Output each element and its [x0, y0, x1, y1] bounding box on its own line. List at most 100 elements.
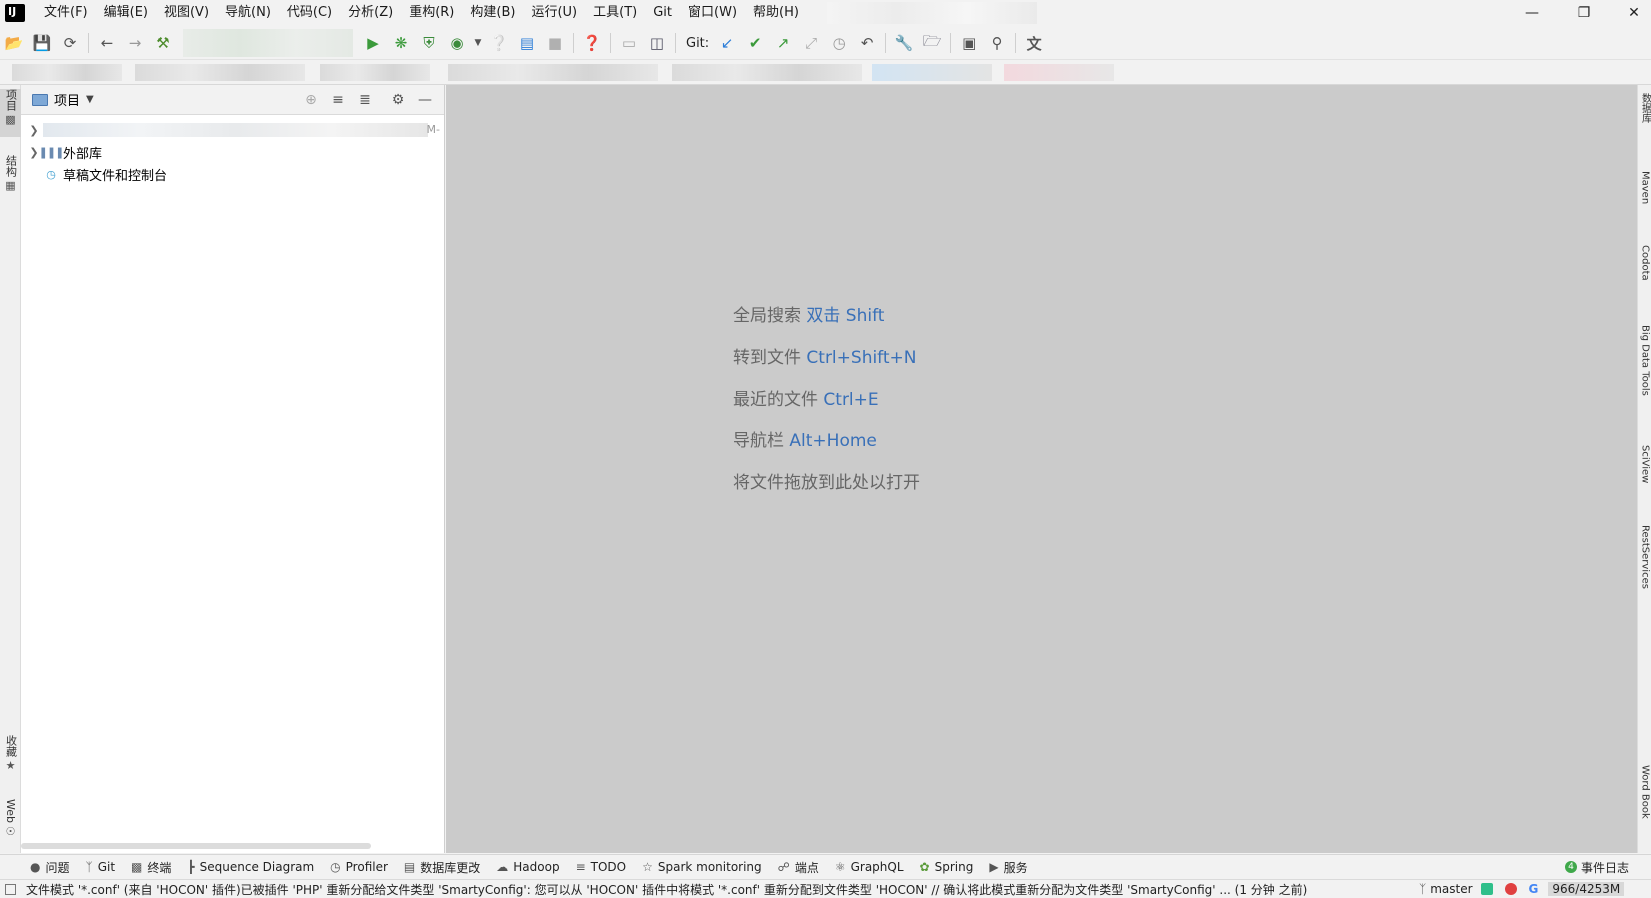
forward-icon[interactable]: →: [121, 30, 149, 56]
collapse-all-icon[interactable]: ≣: [355, 90, 375, 110]
run-configuration-redacted[interactable]: [183, 29, 353, 57]
gear-icon[interactable]: ⚙: [388, 90, 408, 110]
search-icon[interactable]: ⚲: [983, 30, 1011, 56]
tool-window-hadoop[interactable]: ☁ Hadoop: [488, 860, 567, 874]
intellij-logo-icon[interactable]: IJ: [3, 2, 25, 22]
menu-edit[interactable]: 编辑(E): [96, 0, 156, 26]
translate-icon[interactable]: 文: [1020, 30, 1048, 56]
menu-file[interactable]: 文件(F): [36, 0, 96, 26]
help-bubble-icon[interactable]: ❔: [485, 30, 513, 56]
git-commit-icon[interactable]: ✔: [741, 30, 769, 56]
event-log-count-badge: 4: [1564, 861, 1577, 873]
breadcrumb-redacted[interactable]: [12, 64, 122, 81]
project-structure-icon[interactable]: 🗁: [918, 30, 946, 56]
expand-all-icon[interactable]: ≡: [328, 90, 348, 110]
save-icon[interactable]: 💾: [28, 30, 56, 56]
git-history-icon[interactable]: ◷: [825, 30, 853, 56]
device-icon[interactable]: ▭: [615, 30, 643, 56]
tool-window-services[interactable]: ▶ 服务: [981, 859, 1035, 876]
horizontal-scrollbar[interactable]: [21, 843, 371, 849]
assistant-icon[interactable]: ❓: [578, 30, 606, 56]
tool-window-endpoints[interactable]: ☍ 端点: [770, 859, 827, 876]
menu-tools[interactable]: 工具(T): [585, 0, 645, 26]
restore-button[interactable]: ❐: [1560, 0, 1608, 26]
codota-status-icon[interactable]: [1480, 883, 1497, 895]
tree-item-external-libraries[interactable]: ❯ ❚❚❚ 外部库: [21, 141, 444, 163]
tool-tab-restservices[interactable]: RestServices: [1638, 525, 1651, 625]
plugin-update-icon[interactable]: ◫: [643, 30, 671, 56]
tool-tab-codota[interactable]: Codota: [1638, 245, 1651, 315]
minimize-button[interactable]: —: [1508, 0, 1556, 26]
status-message[interactable]: 文件模式 '*.conf' (来自 'HOCON' 插件)已被插件 'PHP' …: [26, 881, 1411, 898]
tree-item-project-root[interactable]: ❯ M-: [21, 119, 444, 141]
tool-tab-structure[interactable]: 结构 ▦: [0, 155, 21, 203]
tool-tab-maven[interactable]: Maven: [1638, 171, 1651, 231]
profile-icon[interactable]: ◉: [443, 30, 471, 56]
git-merge-icon[interactable]: ⤢: [797, 30, 825, 56]
menu-git[interactable]: Git: [645, 0, 680, 26]
menu-code[interactable]: 代码(C): [279, 0, 340, 26]
breadcrumb-redacted[interactable]: [135, 64, 305, 81]
hint-text: 转到文件: [733, 348, 801, 368]
debug-icon[interactable]: ❋: [387, 30, 415, 56]
locate-file-icon[interactable]: ⊕: [301, 90, 321, 110]
project-panel-title[interactable]: 项目: [54, 90, 80, 109]
back-icon[interactable]: ←: [93, 30, 121, 56]
tool-window-database-changes[interactable]: ▤ 数据库更改: [396, 859, 488, 876]
presentation-icon[interactable]: ▣: [955, 30, 983, 56]
tool-tab-favorites[interactable]: 收藏 ★: [0, 735, 21, 781]
git-push-icon[interactable]: ↗: [769, 30, 797, 56]
run-icon[interactable]: ▶: [359, 30, 387, 56]
menu-help[interactable]: 帮助(H): [745, 0, 807, 26]
menu-window[interactable]: 窗口(W): [680, 0, 745, 26]
chevron-right-icon[interactable]: ❯: [25, 124, 43, 137]
settings-wrench-icon[interactable]: 🔧: [890, 30, 918, 56]
breadcrumb-redacted[interactable]: [872, 64, 992, 81]
tool-tab-database[interactable]: 数据库: [1638, 93, 1651, 153]
git-update-icon[interactable]: ↙: [713, 30, 741, 56]
stop-icon[interactable]: ■: [541, 30, 569, 56]
tool-window-graphql[interactable]: ⚛ GraphQL: [827, 860, 912, 874]
run-more-dropdown-icon[interactable]: ▼: [471, 30, 485, 56]
hide-panel-icon[interactable]: —: [415, 90, 435, 110]
tool-tab-big-data-tools[interactable]: Big Data Tools: [1638, 325, 1651, 435]
breadcrumb-redacted[interactable]: [448, 64, 658, 81]
tool-window-problems[interactable]: ● 问题: [22, 859, 78, 876]
breadcrumb-redacted[interactable]: [320, 64, 430, 81]
editor-empty-area[interactable]: 全局搜索 双击 Shift 转到文件 Ctrl+Shift+N 最近的文件 Ct…: [446, 85, 1637, 853]
tool-window-spark-monitoring[interactable]: ☆ Spark monitoring: [634, 860, 770, 874]
menu-navigate[interactable]: 导航(N): [217, 0, 279, 26]
breadcrumb-redacted[interactable]: [1004, 64, 1114, 81]
database-run-icon[interactable]: ▤: [513, 30, 541, 56]
close-button[interactable]: ✕: [1610, 0, 1651, 26]
tool-window-sequence-diagram[interactable]: ┣ Sequence Diagram: [179, 860, 322, 874]
tool-tab-web[interactable]: Web ☉: [0, 799, 21, 845]
tool-window-todo[interactable]: ≡ TODO: [568, 860, 635, 874]
sync-icon[interactable]: ⟳: [56, 30, 84, 56]
toggle-tool-windows-icon[interactable]: [5, 883, 16, 895]
menu-view[interactable]: 视图(V): [156, 0, 217, 26]
google-translate-icon[interactable]: G: [1529, 882, 1539, 896]
open-folder-icon[interactable]: 📂: [0, 30, 28, 56]
menu-run[interactable]: 运行(U): [523, 0, 585, 26]
build-hammer-icon[interactable]: ⚒: [149, 30, 177, 56]
tool-window-terminal[interactable]: ▩ 终端: [123, 859, 179, 876]
tool-window-event-log[interactable]: 4 事件日志: [1557, 859, 1637, 876]
error-indicator-icon[interactable]: [1504, 883, 1521, 895]
breadcrumb-redacted[interactable]: [672, 64, 862, 81]
memory-indicator[interactable]: 966/4253M: [1548, 882, 1625, 896]
tool-window-profiler[interactable]: ◷ Profiler: [322, 860, 396, 874]
tool-tab-word-book[interactable]: Word Book: [1638, 765, 1651, 850]
tool-window-git[interactable]: ᛉ Git: [78, 860, 124, 874]
git-branch-widget[interactable]: ᛉ master: [1419, 882, 1473, 896]
tool-tab-project[interactable]: 项目 ▩: [0, 89, 21, 137]
tool-tab-sciview[interactable]: SciView: [1638, 445, 1651, 515]
chevron-down-icon[interactable]: ▼: [86, 94, 94, 105]
menu-build[interactable]: 构建(B): [462, 0, 523, 26]
git-rollback-icon[interactable]: ↶: [853, 30, 881, 56]
tool-window-spring[interactable]: ✿ Spring: [912, 860, 982, 874]
tree-item-scratches[interactable]: ◷ 草稿文件和控制台: [21, 163, 444, 185]
menu-refactor[interactable]: 重构(R): [401, 0, 462, 26]
menu-analyze[interactable]: 分析(Z): [340, 0, 401, 26]
coverage-icon[interactable]: ⛨: [415, 30, 443, 56]
